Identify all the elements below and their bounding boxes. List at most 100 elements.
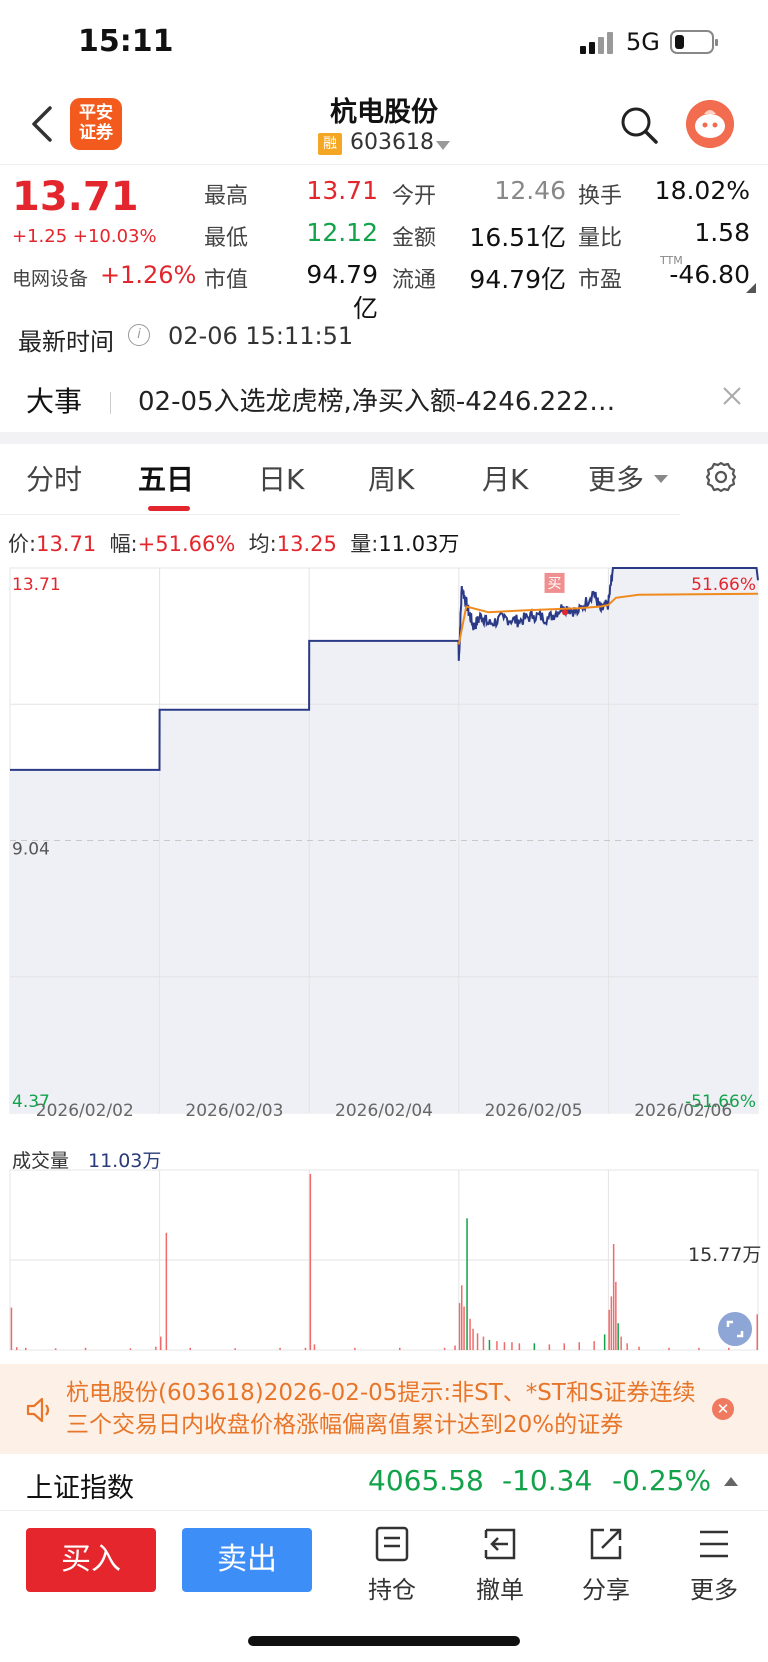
volume-bar (615, 1281, 617, 1350)
volume-bar (603, 1334, 606, 1350)
stat-vol: 11.03万 (378, 532, 460, 556)
volume-bar (454, 1345, 456, 1350)
pct-top-label: 51.66% (691, 575, 756, 595)
search-icon[interactable] (618, 104, 660, 146)
volume-bar (533, 1343, 536, 1350)
stat-vol-label: 量: (350, 532, 379, 556)
buy-point (562, 609, 569, 616)
assistant-avatar-icon[interactable] (686, 100, 734, 148)
volume-bar (511, 1342, 513, 1350)
volume-bar (728, 1347, 730, 1350)
event-text[interactable]: 02-05入选龙虎榜,净买入额-4246.222… (138, 381, 678, 418)
sector-change[interactable]: +1.26% (100, 261, 196, 289)
quote-label: 换手 (578, 184, 623, 209)
volume-bar (189, 1347, 191, 1350)
latest-time-value: 02-06 15:11:51 (168, 322, 354, 350)
network-type: 5G (626, 28, 660, 56)
gear-icon[interactable] (704, 460, 738, 494)
volume-bar (443, 1347, 446, 1350)
info-icon[interactable]: i (128, 324, 150, 346)
close-icon[interactable]: ✕ (712, 1398, 734, 1420)
volume-bar (668, 1347, 670, 1350)
quote-label: 金额 (392, 226, 437, 251)
cancel-order-icon[interactable] (480, 1524, 520, 1564)
quote-value: 12.46 (494, 176, 566, 205)
volume-bar (129, 1348, 132, 1350)
volume-bar (313, 1344, 316, 1350)
volume-bar (466, 1218, 468, 1350)
stat-range-label: 幅: (109, 532, 138, 556)
buy-marker-label: 买 (548, 576, 562, 592)
volume-bar (578, 1342, 580, 1350)
sector-name[interactable]: 电网设备 (12, 264, 88, 291)
index-name[interactable]: 上证指数 (26, 1466, 134, 1505)
y-mid-label: 9.04 (12, 840, 50, 860)
quote-label: 最低 (204, 226, 249, 251)
volume-chart[interactable] (0, 1140, 768, 1360)
positions-label[interactable]: 持仓 (352, 1570, 432, 1605)
x-axis-label: 2026/02/05 (485, 1101, 583, 1120)
volume-bar (16, 1347, 18, 1350)
x-axis-label: 2026/02/03 (185, 1101, 283, 1120)
volume-bar (488, 1340, 491, 1350)
logo-text-1: 平安 (79, 103, 113, 123)
tab-five-day[interactable]: 五日 (138, 458, 194, 498)
volume-bar (626, 1343, 628, 1350)
quote-value: 13.71 (306, 176, 378, 205)
broker-logo[interactable]: 平安 证券 (70, 98, 122, 150)
volume-bar (160, 1336, 162, 1350)
tab-fenshi[interactable]: 分时 (26, 458, 82, 498)
cancel-order-label[interactable]: 撤单 (460, 1570, 540, 1605)
volume-bar (279, 1347, 281, 1350)
volume-bar (638, 1346, 640, 1350)
chevron-down-icon[interactable] (654, 475, 668, 483)
volume-bar (612, 1244, 615, 1350)
ttm-label: TTM (660, 254, 683, 267)
volume-bar (593, 1341, 595, 1350)
stock-title: 杭电股份 (330, 97, 438, 128)
tab-more[interactable]: 更多 (588, 458, 644, 498)
buy-button[interactable]: 买入 (26, 1528, 156, 1592)
volume-bar (563, 1343, 565, 1350)
section-gap (0, 432, 768, 444)
chevron-up-icon[interactable] (724, 1477, 738, 1486)
volume-bar (234, 1348, 236, 1350)
share-label[interactable]: 分享 (566, 1570, 646, 1605)
volume-bar (756, 1314, 758, 1350)
volume-bar (503, 1342, 506, 1350)
volume-value: 11.03万 (88, 1150, 162, 1172)
volume-bar (548, 1344, 551, 1350)
more-label[interactable]: 更多 (674, 1570, 754, 1605)
menu-icon[interactable] (694, 1524, 734, 1564)
x-axis-label: 2026/02/06 (634, 1101, 732, 1120)
notice-text[interactable]: 杭电股份(603618)2026-02-05提示:非ST、*ST和S证券连续三个… (66, 1377, 696, 1441)
quote-label: 最高 (204, 184, 249, 209)
fullscreen-icon[interactable] (718, 1312, 752, 1346)
tab-day-k[interactable]: 日K (258, 458, 304, 498)
volume-bar (54, 1348, 57, 1350)
quote-label: 今开 (392, 184, 437, 209)
five-day-price-chart[interactable]: 买13.719.044.3751.66%-51.66%2026/02/02 202… (0, 560, 768, 1120)
index-value: 4065.58 (368, 1464, 484, 1497)
quote-value: 1.58 (694, 218, 750, 247)
chevron-down-icon[interactable] (436, 141, 450, 150)
volume-bar (354, 1347, 356, 1350)
volume-max-label: 15.77万 (688, 1244, 762, 1266)
tab-month-k[interactable]: 月K (482, 458, 528, 498)
close-icon[interactable] (720, 384, 744, 408)
expand-corner-icon[interactable] (746, 283, 756, 293)
positions-icon[interactable] (372, 1524, 412, 1564)
volume-bar (698, 1347, 700, 1350)
active-tab-indicator (148, 506, 190, 511)
divider (0, 164, 768, 165)
volume-bar (399, 1347, 401, 1350)
volume-bar (476, 1333, 479, 1350)
logo-text-2: 证券 (79, 123, 113, 143)
tab-week-k[interactable]: 周K (368, 458, 414, 498)
sell-button[interactable]: 卖出 (182, 1528, 312, 1592)
volume-bar (461, 1285, 463, 1350)
share-icon[interactable] (586, 1524, 626, 1564)
stock-code[interactable]: 603618 (350, 130, 434, 155)
current-price: 13.71 (12, 174, 139, 220)
back-icon[interactable] (24, 102, 64, 146)
